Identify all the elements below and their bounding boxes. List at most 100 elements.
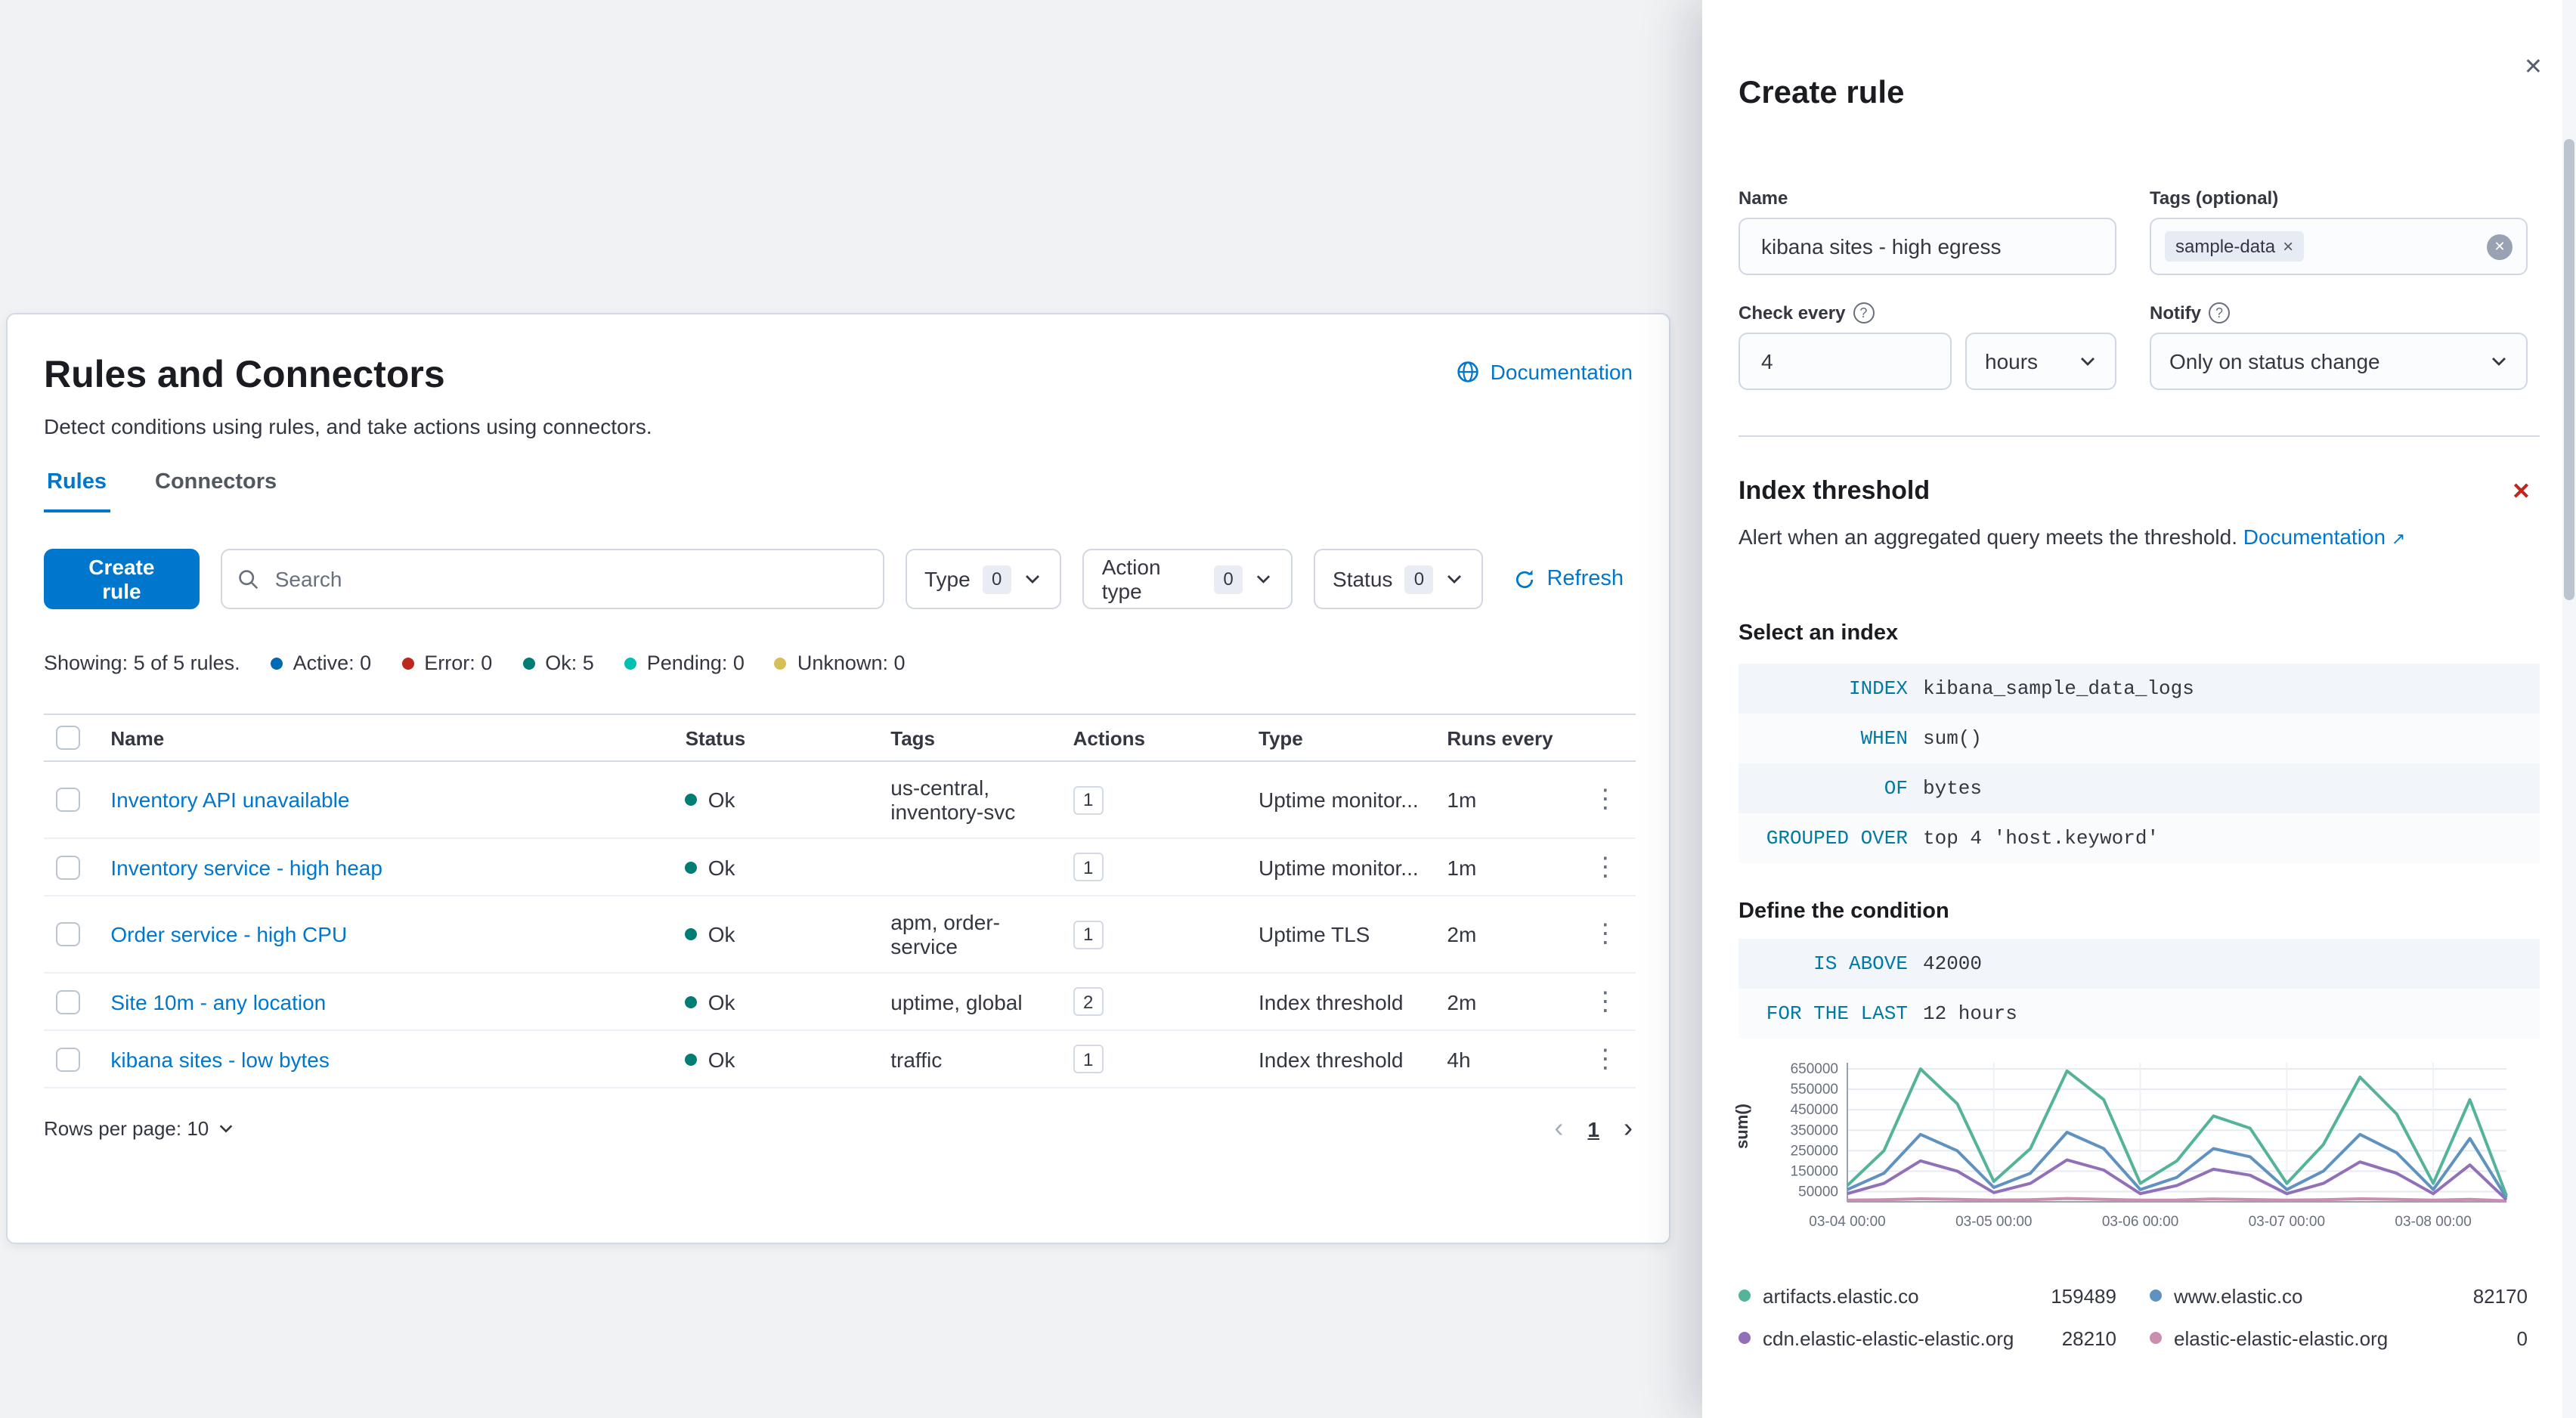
alert-type-title: Index threshold [1738, 476, 1930, 505]
tab-rules[interactable]: Rules [44, 461, 110, 512]
filter-type[interactable]: Type 0 [905, 549, 1061, 609]
row-menu-button[interactable]: ⋮ [1587, 921, 1624, 946]
pending-dot [624, 657, 636, 669]
notify-select[interactable]: Only on status change [2150, 333, 2528, 390]
clear-tags-icon[interactable]: ✕ [2487, 234, 2513, 259]
row-checkbox[interactable] [56, 922, 80, 946]
prev-page-button[interactable]: ‹ [1554, 1113, 1563, 1144]
scrollbar-thumb[interactable] [2564, 139, 2574, 600]
expression-keyword[interactable]: FOR THE LAST [1738, 1002, 1923, 1025]
tab-bar: Rules Connectors [44, 461, 1633, 512]
filter-type-label: Type [924, 567, 971, 591]
chart-y-axis-label: sum() [1733, 1104, 1752, 1149]
index-expressions: INDEX kibana_sample_data_logs WHEN sum()… [1738, 664, 2540, 863]
chevron-down-icon [2492, 358, 2506, 366]
svg-text:03-06 00:00: 03-06 00:00 [2102, 1214, 2178, 1230]
summary-unknown: Unknown: 0 [774, 652, 906, 674]
remove-alert-type-icon[interactable]: ✕ [2503, 476, 2540, 506]
tag-pill: sample-data × [2165, 231, 2305, 262]
expression-value[interactable]: top 4 'host.keyword' [1923, 827, 2159, 850]
rows-per-page-button[interactable]: Rows per page: 10 [44, 1117, 234, 1140]
close-icon[interactable]: ✕ [2515, 51, 2552, 82]
create-rule-flyout: ✕ Create rule Name Tags (optional) sampl… [1702, 0, 2576, 1418]
filter-status[interactable]: Status 0 [1313, 549, 1484, 609]
expression-value[interactable]: 42000 [1923, 952, 1982, 975]
check-every-input[interactable] [1758, 348, 1932, 375]
rule-name-link[interactable]: Inventory service - high heap [110, 855, 382, 879]
rule-name-link[interactable]: Site 10m - any location [110, 989, 326, 1014]
rule-tags: apm, order-service [878, 896, 1061, 974]
series-dot [1738, 1290, 1751, 1302]
rule-name-input[interactable] [1758, 233, 2097, 260]
documentation-link[interactable]: Documentation [1456, 360, 1633, 384]
rule-runs-every: 4h [1435, 1030, 1575, 1088]
expression-value[interactable]: kibana_sample_data_logs [1923, 677, 2194, 700]
chart-legend: artifacts.elastic.co 159489 www.elastic.… [1738, 1279, 2540, 1355]
select-index-label: Select an index [1738, 621, 1899, 646]
rule-type: Index threshold [1246, 973, 1435, 1031]
svg-text:03-07 00:00: 03-07 00:00 [2249, 1214, 2325, 1230]
row-menu-button[interactable]: ⋮ [1587, 1045, 1624, 1071]
rule-name-link[interactable]: Inventory API unavailable [110, 788, 349, 812]
condition-label: Define the condition [1738, 899, 1949, 924]
row-checkbox[interactable] [56, 1047, 80, 1071]
expression-row: FOR THE LAST 12 hours [1738, 989, 2540, 1039]
row-menu-button[interactable]: ⋮ [1587, 786, 1624, 812]
expression-keyword[interactable]: IS ABOVE [1738, 952, 1923, 975]
refresh-button[interactable]: Refresh [1504, 565, 1633, 593]
page-number[interactable]: 1 [1587, 1116, 1599, 1141]
help-icon[interactable]: ? [2209, 302, 2230, 324]
tags-input[interactable]: sample-data × ✕ [2150, 218, 2528, 275]
ok-dot [522, 657, 535, 669]
row-checkbox[interactable] [56, 788, 80, 812]
chevron-down-icon [1025, 575, 1039, 584]
filter-type-count: 0 [982, 565, 1011, 593]
table-row: Order service - high CPU Ok apm, order-s… [44, 896, 1636, 974]
rule-name-link[interactable]: Order service - high CPU [110, 922, 347, 946]
expression-keyword[interactable]: OF [1738, 777, 1923, 800]
alert-type-documentation-link[interactable]: Documentation [2243, 525, 2386, 549]
row-checkbox[interactable] [56, 855, 80, 879]
expression-keyword[interactable]: GROUPED OVER [1738, 827, 1923, 850]
table-row: Inventory service - high heap Ok 1 Uptim… [44, 838, 1636, 896]
row-checkbox[interactable] [56, 989, 80, 1014]
tab-connectors[interactable]: Connectors [152, 461, 280, 512]
actions-count-badge: 2 [1073, 987, 1104, 1016]
flyout-title: Create rule [1738, 76, 1905, 110]
row-menu-button[interactable]: ⋮ [1587, 988, 1624, 1014]
next-page-button[interactable]: › [1624, 1113, 1633, 1144]
series-dot [2150, 1290, 2162, 1302]
condition-expressions: IS ABOVE 42000 FOR THE LAST 12 hours [1738, 939, 2540, 1039]
check-every-unit-select[interactable]: hours [1965, 333, 2116, 390]
expression-value[interactable]: 12 hours [1923, 1002, 2017, 1025]
expression-value[interactable]: sum() [1923, 727, 1982, 750]
rule-tags [878, 838, 1061, 896]
page-header: Rules and Connectors Documentation [44, 351, 1633, 399]
select-all-checkbox[interactable] [56, 726, 80, 750]
unknown-dot [774, 657, 787, 669]
summary-active: Active: 0 [270, 652, 371, 674]
threshold-chart: 50000 150000 250000 350000 450000 550000 65000… [1791, 1061, 2508, 1230]
expression-keyword[interactable]: INDEX [1738, 677, 1923, 700]
svg-text:03-04 00:00: 03-04 00:00 [1809, 1214, 1885, 1230]
actions-count-badge: 1 [1073, 853, 1104, 881]
row-menu-button[interactable]: ⋮ [1587, 853, 1624, 879]
header-actions: Actions [1060, 714, 1246, 762]
header-type: Type [1246, 714, 1435, 762]
search-input[interactable] [271, 565, 867, 593]
legend-item: cdn.elastic-elastic-elastic.org 28210 [1738, 1321, 2116, 1355]
filter-action-type[interactable]: Action type 0 [1082, 549, 1293, 609]
alert-type-description: Alert when an aggregated query meets the… [1738, 525, 2406, 549]
expression-keyword[interactable]: WHEN [1738, 727, 1923, 750]
legend-item: www.elastic.co 82170 [2150, 1279, 2528, 1312]
expression-value[interactable]: bytes [1923, 777, 1982, 800]
rule-runs-every: 1m [1435, 761, 1575, 839]
screen: Rules and Connectors Documentation Detec… [0, 0, 2576, 1418]
search-box [220, 549, 884, 609]
help-icon[interactable]: ? [1853, 302, 1875, 324]
remove-tag-icon[interactable]: × [2283, 236, 2293, 257]
rule-name-link[interactable]: kibana sites - low bytes [110, 1047, 329, 1071]
create-rule-button[interactable]: Create rule [44, 549, 200, 609]
svg-text:650000: 650000 [1791, 1061, 1838, 1077]
header-name[interactable]: Name [98, 714, 673, 762]
